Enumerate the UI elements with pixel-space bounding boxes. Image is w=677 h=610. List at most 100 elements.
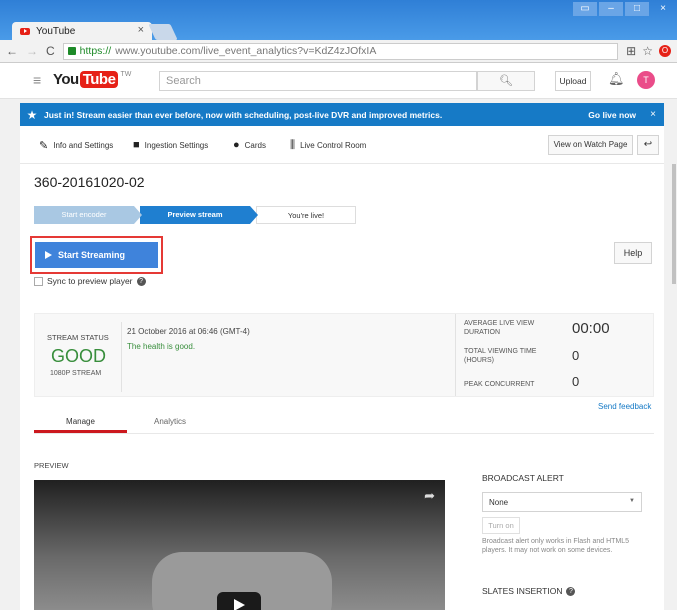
live-control-room-label: Live Control Room	[300, 141, 367, 150]
metric-value-avg-duration: 00:00	[572, 320, 610, 337]
cards-label: Cards	[244, 140, 266, 150]
cards-button[interactable]: ● Cards	[233, 139, 266, 151]
live-dashboard: ✎ Info and Settings ■ Ingestion Settings…	[20, 126, 664, 610]
restore-icon[interactable]: ▭	[573, 2, 597, 16]
stream-quality: 1080P STREAM	[50, 370, 102, 377]
stream-status-value: GOOD	[51, 346, 107, 366]
search-input[interactable]: Search	[159, 71, 477, 91]
upload-button[interactable]: Upload	[555, 71, 591, 91]
broadcast-alert-title: BROADCAST ALERT	[482, 473, 564, 483]
metric-label-viewing-time: TOTAL VIEWING TIME (HOURS)	[464, 348, 537, 364]
star-icon: ★	[26, 107, 38, 122]
info-settings-button[interactable]: ✎ Info and Settings	[39, 139, 113, 152]
metric-label-avg-duration: AVERAGE LIVE VIEW DURATION	[464, 320, 535, 336]
youtube-favicon-icon	[20, 27, 30, 35]
forward-icon[interactable]: →	[26, 44, 38, 58]
large-play-icon[interactable]	[217, 592, 261, 610]
status-divider	[121, 322, 122, 392]
camera-icon: ■	[133, 139, 140, 151]
status-health-message: The health is good.	[127, 342, 196, 351]
youtube-logo[interactable]: You Tube TW	[53, 71, 131, 88]
status-timestamp: 21 October 2016 at 06:46 (GMT-4)	[127, 327, 250, 336]
logo-you-text: You	[53, 71, 79, 88]
hamburger-menu-icon[interactable]: ≡	[33, 72, 41, 88]
banner-close-icon[interactable]: ×	[650, 109, 656, 120]
ingestion-settings-label: Ingestion Settings	[144, 140, 209, 150]
preview-label: PREVIEW	[34, 461, 69, 470]
chevron-down-icon: ▼	[629, 498, 635, 504]
dashboard-tabs: Manage Analytics	[34, 410, 654, 434]
start-streaming-label: Start Streaming	[58, 250, 126, 260]
scrollbar-thumb[interactable]	[672, 164, 676, 284]
new-tab-button[interactable]	[148, 24, 178, 40]
address-bar: ← → C https://www.youtube.com/live_event…	[0, 40, 677, 63]
view-on-watch-page-button[interactable]: View on Watch Page	[548, 135, 633, 155]
close-window-icon[interactable]: ×	[651, 2, 675, 16]
slates-insertion-label: SLATES INSERTION	[482, 586, 563, 596]
go-live-now-link[interactable]: Go live now	[588, 110, 636, 120]
tab-active-indicator	[34, 430, 127, 433]
stream-status-label: STREAM STATUS	[47, 333, 109, 342]
start-streaming-button[interactable]: Start Streaming	[35, 242, 158, 268]
youtube-header: ≡ You Tube TW Search 🔍︎ Upload 🔔︎ T	[0, 63, 677, 99]
broadcast-alert-select[interactable]: None ▼	[482, 492, 642, 512]
sync-preview-option: Sync to preview player ?	[34, 276, 146, 286]
notification-bell-icon[interactable]: 🔔︎	[608, 71, 625, 87]
pencil-icon: ✎	[39, 140, 49, 152]
window-controls: ▭ – □ ×	[573, 2, 675, 16]
ingestion-settings-button[interactable]: ■ Ingestion Settings	[133, 139, 208, 151]
share-icon: ↩	[643, 139, 653, 150]
info-settings-label: Info and Settings	[53, 141, 114, 150]
share-button[interactable]: ↩	[637, 135, 659, 155]
url-scheme: https://	[79, 45, 112, 57]
preview-player[interactable]: ➦	[34, 480, 445, 610]
event-title: 360-20161020-02	[34, 174, 145, 190]
metrics-divider	[455, 314, 456, 396]
reload-icon[interactable]: C	[46, 44, 55, 58]
step-you-are-live: You're live!	[256, 206, 356, 224]
logo-region: TW	[120, 71, 132, 78]
sync-checkbox[interactable]	[34, 276, 43, 286]
help-button[interactable]: Help	[614, 242, 652, 264]
address-bar-icons: ⊞ ☆ O	[626, 44, 671, 58]
promo-banner: ★ Just in! Stream easier than ever befor…	[20, 103, 664, 126]
logo-tube-text: Tube	[79, 71, 119, 88]
avatar[interactable]: T	[637, 71, 655, 89]
sync-label: Sync to preview player	[47, 276, 133, 286]
sliders-icon: ⫼	[290, 139, 296, 151]
step-start-encoder: Start encoder	[34, 206, 142, 224]
minimize-icon[interactable]: –	[599, 2, 623, 16]
stream-steps: Start encoder Preview stream You're live…	[34, 206, 356, 224]
window-titlebar: YouTube × ▭ – □ ×	[0, 0, 677, 40]
bookmark-star-icon[interactable]: ☆	[642, 44, 653, 58]
search-button[interactable]: 🔍︎	[477, 71, 535, 91]
live-control-room-button[interactable]: ⫼ Live Control Room	[290, 139, 366, 152]
help-circle-icon[interactable]: ?	[136, 276, 146, 286]
back-icon[interactable]: ←	[6, 44, 18, 58]
play-icon	[45, 251, 52, 259]
search-icon: 🔍︎	[499, 75, 513, 87]
translate-icon[interactable]: ⊞	[626, 44, 636, 58]
turn-on-button[interactable]: Turn on	[482, 517, 520, 534]
tab-manage[interactable]: Manage	[34, 417, 127, 426]
stream-status-panel: STREAM STATUS GOOD 1080P STREAM 21 Octob…	[34, 313, 654, 397]
tab-analytics[interactable]: Analytics	[154, 417, 186, 426]
dashboard-toolbar: ✎ Info and Settings ■ Ingestion Settings…	[20, 126, 664, 164]
broadcast-alert-selected: None	[489, 498, 509, 507]
extension-icon[interactable]: O	[659, 45, 671, 57]
share-arrow-icon[interactable]: ➦	[424, 488, 435, 504]
lock-icon	[67, 47, 76, 55]
banner-text: Just in! Stream easier than ever before,…	[44, 109, 443, 120]
slates-insertion-title: SLATES INSERTION ?	[482, 586, 576, 596]
tab-close-icon[interactable]: ×	[138, 24, 144, 36]
metric-label-peak-concurrent: PEAK CONCURRENT	[464, 381, 535, 388]
url-path: www.youtube.com/live_event_analytics?v=K…	[115, 45, 377, 57]
tab-title: YouTube	[36, 25, 76, 37]
maximize-icon[interactable]: □	[625, 2, 649, 16]
browser-tab[interactable]: YouTube ×	[12, 22, 152, 40]
step-preview-stream: Preview stream	[140, 206, 258, 224]
metric-value-viewing-time: 0	[572, 348, 580, 363]
url-input[interactable]: https://www.youtube.com/live_event_analy…	[62, 42, 619, 60]
info-circle-icon: ●	[233, 139, 240, 151]
slates-help-icon[interactable]: ?	[566, 586, 576, 596]
